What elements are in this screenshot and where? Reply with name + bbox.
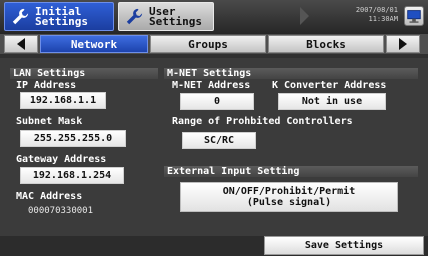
mnet-address-label: M-NET Address	[172, 80, 251, 91]
gateway-address-field[interactable]: 192.168.1.254	[20, 167, 124, 184]
tab-blocks[interactable]: Blocks	[268, 35, 384, 53]
lan-settings-header: LAN Settings	[10, 68, 158, 79]
date-time: 2007/08/01 11:30AM	[352, 6, 398, 24]
gateway-address-label: Gateway Address	[16, 154, 107, 165]
tab-initial-settings[interactable]: Initial Settings	[4, 2, 114, 31]
ip-address-field[interactable]: 192.168.1.1	[20, 92, 106, 109]
time-text: 11:30AM	[368, 15, 398, 23]
tab-user-settings[interactable]: User Settings	[118, 2, 214, 31]
mac-address-label: MAC Address	[16, 191, 83, 202]
network-settings-panel: LAN Settings IP Address 192.168.1.1 Subn…	[0, 58, 428, 236]
external-input-header: External Input Setting	[164, 166, 418, 177]
app-window: Initial Settings User Settings 2007/08/0…	[0, 0, 428, 256]
external-input-line1: ON/OFF/Prohibit/Permit	[222, 186, 356, 197]
arrow-right-icon	[399, 38, 407, 50]
monitor-icon-glyph	[407, 10, 421, 23]
range-prohibited-field[interactable]: SC/RC	[182, 132, 256, 149]
next-tab-button[interactable]	[386, 35, 420, 53]
range-prohibited-label: Range of Prohbited Controllers	[172, 116, 353, 127]
tab-initial-settings-label: Initial Settings	[35, 4, 88, 28]
ip-address-label: IP Address	[16, 80, 77, 91]
tab-user-settings-label: User Settings	[149, 4, 202, 28]
mac-address-value: 000070330001	[28, 206, 94, 216]
tab-strip: Network Groups Blocks	[0, 34, 428, 54]
mnet-settings-header: M-NET Settings	[164, 68, 418, 79]
title-bar: Initial Settings User Settings 2007/08/0…	[0, 0, 428, 34]
subnet-mask-field[interactable]: 255.255.255.0	[20, 130, 126, 147]
monitor-icon[interactable]	[404, 6, 424, 26]
subnet-mask-label: Subnet Mask	[16, 116, 83, 127]
external-input-line2: (Pulse signal)	[246, 197, 332, 208]
arrow-left-icon	[17, 38, 25, 50]
tab-network[interactable]: Network	[40, 35, 148, 53]
date-text: 2007/08/01	[355, 6, 398, 14]
external-input-button[interactable]: ON/OFF/Prohibit/Permit (Pulse signal)	[180, 182, 398, 212]
arrow-right-icon	[300, 7, 309, 25]
footer-bar: Save Settings	[0, 236, 428, 256]
mnet-address-field[interactable]: 0	[180, 93, 254, 110]
tab-groups[interactable]: Groups	[150, 35, 266, 53]
k-converter-address-label: K Converter Address	[272, 80, 387, 91]
k-converter-address-field[interactable]: Not in use	[278, 93, 386, 110]
wrench-icon	[126, 8, 143, 24]
prev-tab-button[interactable]	[4, 35, 38, 53]
save-settings-button[interactable]: Save Settings	[264, 236, 424, 255]
wrench-icon	[12, 8, 29, 24]
